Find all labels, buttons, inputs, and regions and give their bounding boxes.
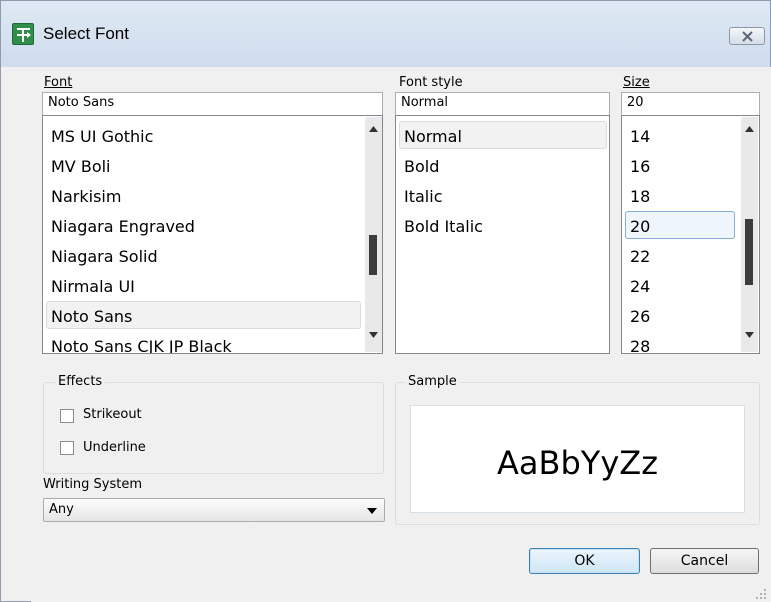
sample-preview: AaBbYyZz [410, 405, 745, 513]
font-list-scrollbar[interactable] [365, 117, 382, 352]
sample-group-label: Sample [405, 374, 460, 389]
strikeout-checkbox[interactable] [60, 409, 74, 423]
size-list-item[interactable]: 24 [625, 271, 735, 299]
scroll-up-arrow[interactable] [741, 121, 758, 138]
font-list-item[interactable]: MV Boli [46, 151, 361, 179]
strikeout-label[interactable]: Strikeout [83, 407, 142, 422]
font-list-item[interactable]: Narkisim [46, 181, 361, 209]
writing-system-value: Any [49, 502, 74, 517]
effects-group-label: Effects [55, 374, 106, 389]
size-input[interactable]: 20 [621, 92, 760, 116]
close-button[interactable] [729, 27, 765, 45]
font-style-label-text: Font style [399, 75, 463, 90]
window-title: Select Font [43, 24, 129, 43]
size-list-item[interactable]: 18 [625, 181, 735, 209]
effects-group [43, 382, 384, 474]
resize-grip-icon[interactable] [753, 586, 767, 600]
font-list[interactable]: MS UI Gothic MV Boli Narkisim Niagara En… [42, 115, 383, 354]
underline-label[interactable]: Underline [83, 440, 146, 455]
font-list-item[interactable]: MS UI Gothic [46, 121, 361, 149]
chevron-up-icon [745, 126, 754, 132]
scroll-up-arrow[interactable] [365, 121, 382, 138]
close-icon [742, 31, 753, 42]
writing-system-label: Writing System [43, 477, 143, 492]
size-list-item[interactable]: 14 [625, 121, 735, 149]
size-list-scrollbar[interactable] [741, 117, 758, 352]
font-list-scroll-thumb[interactable] [369, 235, 377, 275]
font-style-input[interactable]: Normal [395, 92, 610, 116]
font-name-input[interactable]: Noto Sans [42, 92, 383, 116]
chevron-down-icon [369, 332, 378, 338]
font-list-item[interactable]: Niagara Engraved [46, 211, 361, 239]
chevron-up-icon [369, 126, 378, 132]
size-list-scroll-thumb[interactable] [745, 219, 753, 285]
size-list-item[interactable]: 26 [625, 301, 735, 329]
chevron-down-icon [367, 508, 377, 514]
font-dialog-icon [12, 23, 34, 45]
ok-button[interactable]: OK [529, 548, 640, 574]
scroll-down-arrow[interactable] [741, 327, 758, 344]
size-label: Size [623, 75, 650, 90]
font-style-item[interactable]: Bold Italic [399, 211, 607, 239]
sample-preview-text: AaBbYyZz [497, 444, 658, 482]
font-style-item-selected[interactable]: Normal [399, 121, 607, 149]
cancel-button[interactable]: Cancel [650, 548, 759, 574]
font-list-item[interactable]: Noto Sans CJK JP Black [46, 331, 361, 353]
font-style-item[interactable]: Italic [399, 181, 607, 209]
font-list-item-selected[interactable]: Noto Sans [46, 301, 361, 329]
size-list-item[interactable]: 16 [625, 151, 735, 179]
select-font-dialog: Select Font Font Noto Sans MS UI Gothic … [0, 0, 771, 602]
font-style-label: Font style [399, 75, 463, 90]
writing-system-select[interactable]: Any [43, 498, 385, 522]
font-style-item[interactable]: Bold [399, 151, 607, 179]
font-style-list[interactable]: Normal Bold Italic Bold Italic [395, 115, 610, 354]
dialog-client-area: Font Noto Sans MS UI Gothic MV Boli Nark… [31, 67, 771, 602]
size-list-item[interactable]: 28 [625, 331, 735, 353]
size-list-item[interactable]: 22 [625, 241, 735, 269]
size-list-item-selected[interactable]: 20 [625, 211, 735, 239]
font-list-item[interactable]: Nirmala UI [46, 271, 361, 299]
underline-checkbox[interactable] [60, 441, 74, 455]
font-label: Font [44, 75, 72, 90]
chevron-down-icon [745, 332, 754, 338]
size-label-text: Size [623, 75, 650, 90]
title-bar[interactable]: Select Font [1, 1, 770, 67]
font-label-text: Font [44, 75, 73, 90]
scroll-down-arrow[interactable] [365, 327, 382, 344]
size-list[interactable]: 14 16 18 20 22 24 26 28 [621, 115, 760, 354]
font-list-item[interactable]: Niagara Solid [46, 241, 361, 269]
